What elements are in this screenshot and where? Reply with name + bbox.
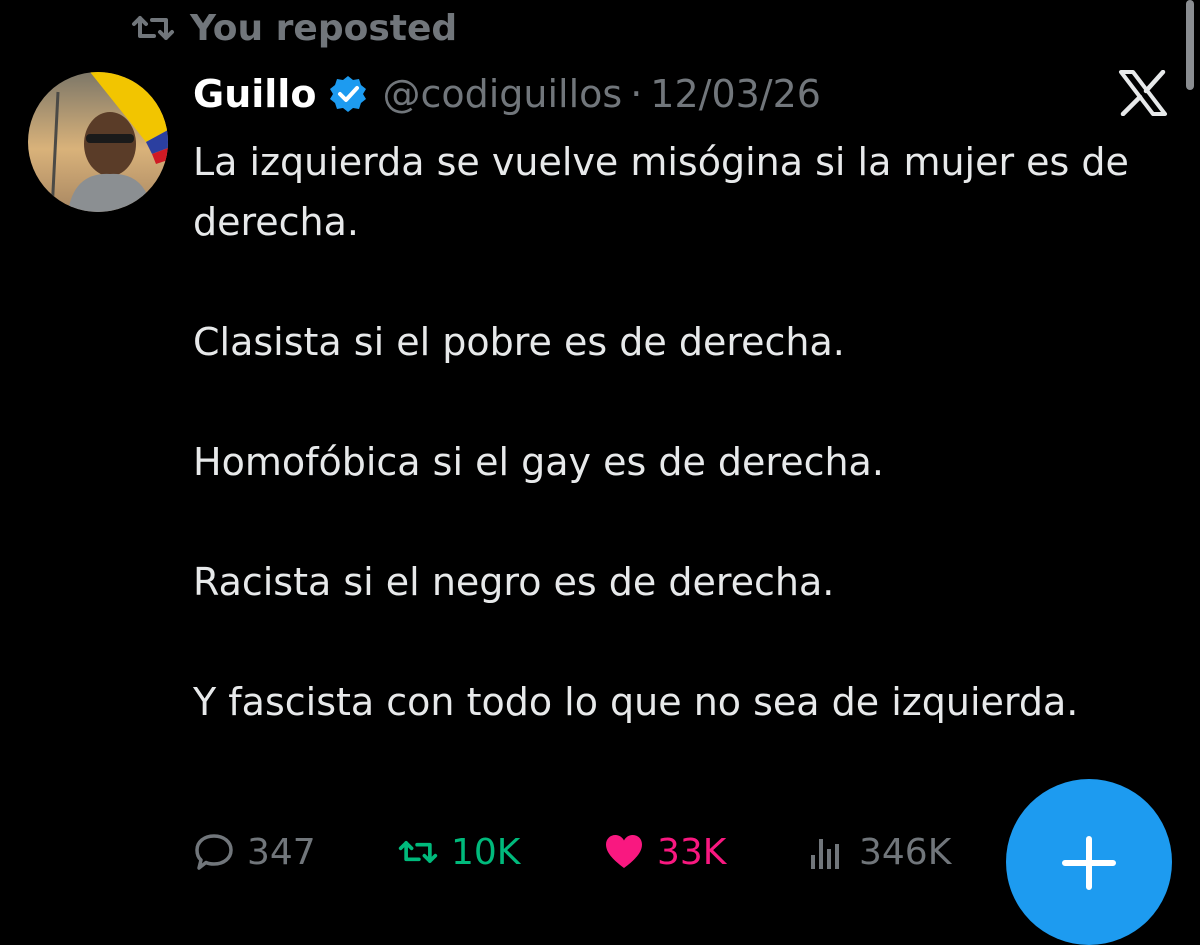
tweet-text: La izquierda se vuelve misógina si la mu… [193,132,1183,792]
scrollbar[interactable] [1186,0,1194,90]
tweet-paragraph: La izquierda se vuelve misógina si la mu… [193,140,1129,244]
views-chart-icon [811,839,839,869]
like-button[interactable]: 33K [603,826,726,878]
separator: · [630,72,643,116]
repost-icon [132,16,174,40]
verified-badge-icon [330,76,367,112]
avatar[interactable] [28,72,168,212]
compose-button[interactable] [1006,779,1172,945]
tweet-paragraph: Homofóbica si el gay es de derecha. [193,440,884,484]
tweet-paragraph: Y fascista con todo lo que no sea de izq… [193,680,1079,724]
repost-context[interactable]: You reposted [130,6,457,50]
repost-button[interactable]: 10K [397,826,520,878]
tweet-paragraph: Racista si el negro es de derecha. [193,560,835,604]
tweet-header: Guillo @codiguillos · 12/03/26 [193,66,821,122]
repost-label: You reposted [190,7,458,49]
reply-button[interactable]: 347 [193,826,316,878]
repost-icon [398,841,438,863]
views-count: 346K [859,831,952,873]
author-name[interactable]: Guillo [193,72,316,116]
like-count: 33K [657,831,727,873]
x-logo-icon [1119,70,1167,116]
profile-photo-icon [28,72,168,212]
views-button[interactable]: 346K [805,826,951,878]
reply-count: 347 [247,831,316,873]
repost-count: 10K [451,831,521,873]
plus-icon [1062,836,1116,890]
tweet-date[interactable]: 12/03/26 [650,72,821,116]
reply-icon [195,834,233,870]
tweet-paragraph: Clasista si el pobre es de derecha. [193,320,845,364]
author-handle[interactable]: @codiguillos [382,72,622,116]
heart-icon [606,835,642,868]
